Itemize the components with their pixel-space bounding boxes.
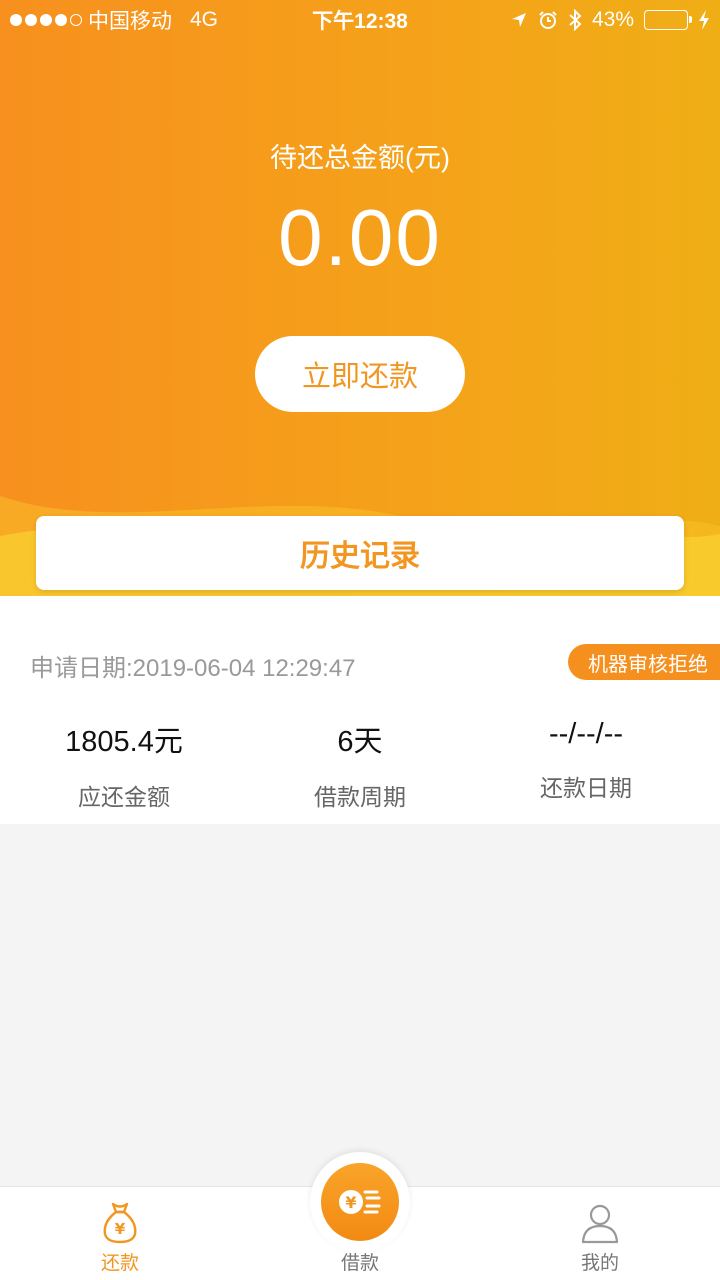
- coin-icon: ¥: [321, 1163, 399, 1241]
- bluetooth-icon: [569, 9, 582, 31]
- history-records-button[interactable]: 历史记录: [36, 516, 684, 590]
- money-bag-icon: ¥: [103, 1202, 137, 1244]
- stat-amount: 1805.4元 应还金额: [4, 718, 244, 812]
- stat-repay-date: --/--/-- 还款日期: [466, 718, 706, 803]
- signal-strength-icon: [10, 14, 82, 26]
- svg-text:¥: ¥: [345, 1193, 356, 1212]
- amount-due-value: 1805.4元: [65, 726, 183, 758]
- tab-repay-label: 还款: [100, 1253, 139, 1274]
- status-bar: 中国移动 4G 下午12:38 43%: [0, 0, 720, 40]
- carrier-name: 中国移动: [88, 10, 172, 33]
- battery-percent: 43%: [591, 8, 634, 31]
- repay-date-label: 还款日期: [540, 775, 632, 801]
- tab-borrow-label: 借款: [340, 1253, 379, 1274]
- tab-mine[interactable]: 我的: [480, 1187, 720, 1280]
- history-title: 历史记录: [300, 540, 420, 573]
- location-arrow-icon: [511, 13, 526, 27]
- loan-period-label: 借款周期: [314, 784, 406, 810]
- loan-period-value: 6天: [337, 726, 383, 758]
- stat-period: 6天 借款周期: [240, 718, 480, 812]
- total-due-label: 待还总金额(元): [270, 143, 450, 173]
- svg-text:¥: ¥: [115, 1220, 126, 1238]
- repay-now-button[interactable]: 立即还款: [255, 336, 465, 412]
- hero-header: [0, 0, 720, 596]
- loan-record-card[interactable]: 申请日期:2019-06-04 12:29:47 机器审核拒绝 1805.4元 …: [0, 596, 720, 824]
- status-badge: 机器审核拒绝: [568, 644, 720, 680]
- amount-due-label: 应还金额: [78, 784, 170, 810]
- alarm-clock-icon: [539, 11, 557, 29]
- network-type: 4G: [190, 8, 219, 31]
- apply-date: 申请日期:2019-06-04 12:29:47: [30, 655, 356, 682]
- charging-bolt-icon: [699, 10, 709, 30]
- user-icon: [581, 1204, 619, 1244]
- total-due-amount: 0.00: [278, 193, 442, 282]
- battery-icon: [644, 10, 692, 30]
- repay-date-value: --/--/--: [548, 718, 624, 750]
- tab-mine-label: 我的: [580, 1253, 619, 1274]
- borrow-center-button[interactable]: ¥: [310, 1152, 410, 1252]
- tab-repay[interactable]: ¥ 还款: [0, 1187, 240, 1280]
